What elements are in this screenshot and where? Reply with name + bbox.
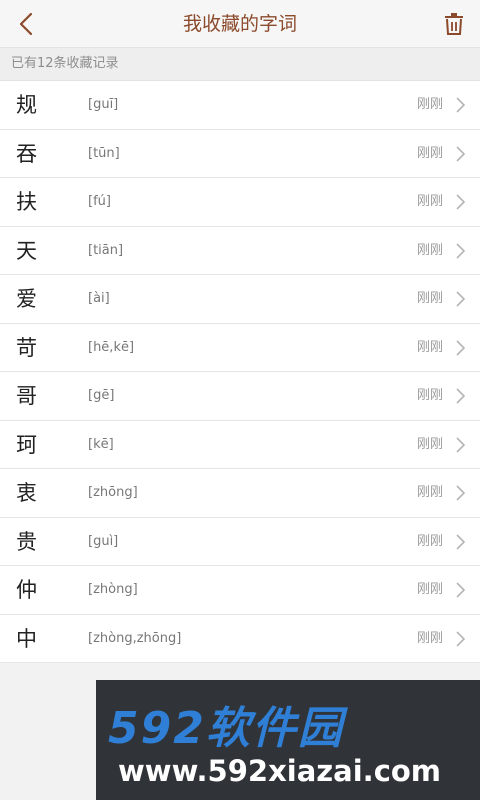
item-character: 中 xyxy=(16,626,37,651)
favorites-list: 规 [guī] 刚刚吞 [tūn] 刚刚扶 [fú] 刚刚天 [tiān] 刚刚爱 [ài] 刚刚苛… xyxy=(0,80,480,663)
item-character: 贵 xyxy=(16,529,37,554)
item-pinyin: [hē,kē] xyxy=(88,339,135,355)
item-character: 苛 xyxy=(16,335,37,360)
item-time: 刚刚 xyxy=(416,145,443,161)
top-app-bar: 我收藏的字词 xyxy=(0,0,480,48)
trash-icon xyxy=(445,13,463,35)
item-pinyin: [gē] xyxy=(88,388,115,403)
item-pinyin: [zhōng] xyxy=(88,485,138,500)
list-item[interactable]: 爱 [ài] 刚刚 xyxy=(0,275,480,324)
item-time: 刚刚 xyxy=(416,388,443,403)
chevron-right-icon xyxy=(456,485,466,501)
item-pinyin: [fú] xyxy=(88,194,111,209)
list-item[interactable]: 哥 [gē] 刚刚 xyxy=(0,372,480,421)
item-pinyin: [tūn] xyxy=(88,145,120,161)
item-time: 刚刚 xyxy=(416,485,443,500)
item-pinyin: [kē] xyxy=(88,436,114,452)
watermark-url: www.592xiazai.com xyxy=(118,754,442,788)
chevron-right-icon xyxy=(456,388,466,404)
item-time: 刚刚 xyxy=(416,582,443,597)
list-item[interactable]: 吞 [tūn] 刚刚 xyxy=(0,130,480,178)
item-character: 吞 xyxy=(16,141,37,166)
list-item[interactable]: 衷 [zhōng] 刚刚 xyxy=(0,469,480,518)
watermark: 592软件园 www.592xiazai.com xyxy=(96,680,480,800)
list-item[interactable]: 仲 [zhòng] 刚刚 xyxy=(0,566,480,615)
chevron-right-icon xyxy=(456,242,466,259)
item-time: 刚刚 xyxy=(416,242,443,258)
item-character: 衷 xyxy=(16,481,37,505)
item-pinyin: [tiān] xyxy=(88,242,124,258)
chevron-right-icon xyxy=(456,339,466,356)
watermark-logo: 592软件园 xyxy=(108,703,344,754)
item-character: 珂 xyxy=(16,432,37,457)
list-item[interactable]: 中 [zhòng,zhōng] 刚刚 xyxy=(0,615,480,663)
list-item[interactable]: 扶 [fú] 刚刚 xyxy=(0,178,480,227)
chevron-right-icon xyxy=(456,582,466,598)
chevron-right-icon xyxy=(456,436,466,453)
item-time: 刚刚 xyxy=(416,194,443,209)
item-character: 规 xyxy=(16,93,37,117)
item-pinyin: [guī] xyxy=(88,97,119,112)
item-character: 仲 xyxy=(16,578,37,602)
chevron-right-icon xyxy=(456,291,466,307)
item-time: 刚刚 xyxy=(416,533,443,549)
chevron-right-icon xyxy=(456,97,466,113)
page-title: 我收藏的字词 xyxy=(182,13,297,35)
list-item[interactable]: 珂 [kē] 刚刚 xyxy=(0,421,480,469)
item-pinyin: [ài] xyxy=(88,291,110,306)
list-item[interactable]: 天 [tiān] 刚刚 xyxy=(0,227,480,275)
chevron-right-icon xyxy=(456,533,466,550)
item-character: 爱 xyxy=(16,287,37,311)
item-time: 刚刚 xyxy=(416,339,443,355)
item-time: 刚刚 xyxy=(416,436,443,452)
item-time: 刚刚 xyxy=(416,291,443,306)
item-character: 天 xyxy=(16,238,37,263)
item-time: 刚刚 xyxy=(416,97,443,112)
item-time: 刚刚 xyxy=(416,630,443,646)
chevron-right-icon xyxy=(456,194,466,210)
item-pinyin: [guì] xyxy=(88,533,119,549)
item-character: 哥 xyxy=(16,384,37,408)
chevron-right-icon xyxy=(456,145,466,162)
favorites-count: 已有12条收藏记录 xyxy=(0,48,480,80)
chevron-right-icon xyxy=(456,630,466,647)
list-item[interactable]: 贵 [guì] 刚刚 xyxy=(0,518,480,566)
item-character: 扶 xyxy=(16,190,37,214)
list-item[interactable]: 苛 [hē,kē] 刚刚 xyxy=(0,324,480,372)
list-item[interactable]: 规 [guī] 刚刚 xyxy=(0,81,480,130)
item-pinyin: [zhòng] xyxy=(88,582,138,597)
item-pinyin: [zhòng,zhōng] xyxy=(88,630,182,646)
delete-all-button[interactable] xyxy=(438,8,470,40)
